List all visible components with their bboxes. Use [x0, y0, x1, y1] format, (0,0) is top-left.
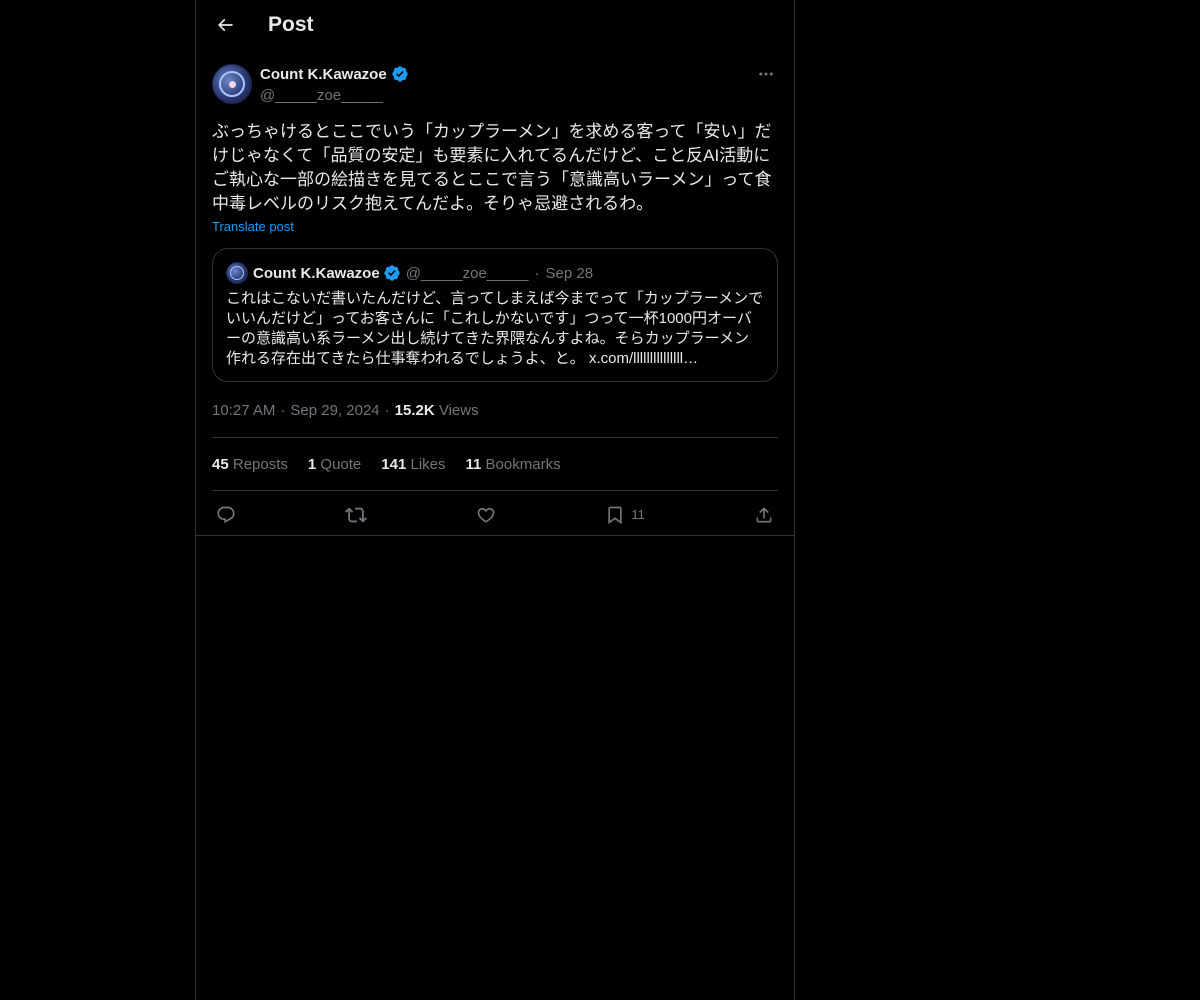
avatar[interactable]	[212, 64, 252, 104]
quote-author-handle: @_____zoe_____	[405, 264, 529, 282]
bookmark-icon	[605, 505, 625, 525]
bookmark-count: 11	[631, 507, 645, 522]
bookmarks-stat[interactable]: 11 Bookmarks	[466, 456, 561, 473]
quoted-post[interactable]: Count K.Kawazoe @_____zoe_____ · Sep 28 …	[212, 248, 778, 382]
post-time[interactable]: 10:27 AM	[212, 402, 275, 419]
verified-badge-icon	[391, 65, 409, 83]
quote-date: Sep 28	[545, 264, 594, 282]
reposts-stat[interactable]: 45 Reposts	[212, 456, 288, 473]
more-icon	[757, 65, 775, 88]
quote-avatar	[226, 262, 248, 284]
author-name[interactable]: Count K.Kawazoe	[260, 66, 387, 83]
like-button[interactable]	[476, 505, 496, 525]
likes-stat[interactable]: 141 Likes	[381, 456, 445, 473]
heart-icon	[476, 505, 496, 525]
more-options-button[interactable]	[754, 64, 778, 88]
meta-separator: ·	[384, 402, 390, 419]
share-button[interactable]	[754, 505, 774, 525]
quote-header: Count K.Kawazoe @_____zoe_____ · Sep 28	[226, 261, 764, 285]
verified-badge-icon	[383, 264, 401, 282]
main-column: Post Count K.Kawazoe @_____zoe_____ ぶっちゃ…	[195, 0, 795, 1000]
author-row: Count K.Kawazoe @_____zoe_____	[212, 62, 778, 108]
views-label: Views	[438, 402, 479, 419]
arrow-left-icon	[215, 15, 235, 40]
header: Post	[196, 0, 794, 54]
post-meta: 10:27 AM · Sep 29, 2024 · 15.2K Views	[212, 400, 778, 422]
quote-text: これはこないだ書いたんだけど、言ってしまえば今までって「カップラーメンでいいんだ…	[226, 290, 764, 367]
post: Count K.Kawazoe @_____zoe_____ ぶっちゃけるとここ…	[212, 62, 778, 538]
quotes-stat[interactable]: 1 Quote	[308, 456, 361, 473]
views-count: 15.2K	[394, 402, 435, 419]
divider	[196, 535, 794, 536]
repost-button[interactable]	[345, 504, 368, 526]
quote-separator: ·	[534, 264, 540, 282]
action-bar: 11	[212, 491, 778, 538]
engagement-stats: 45 Reposts 1 Quote 141 Likes 11 Bookmark…	[212, 438, 778, 490]
back-button[interactable]	[208, 10, 242, 44]
reply-button[interactable]	[216, 505, 236, 525]
post-date[interactable]: Sep 29, 2024	[290, 402, 379, 419]
repost-icon	[345, 504, 368, 526]
reply-icon	[216, 505, 236, 525]
quote-author-name: Count K.Kawazoe	[253, 264, 380, 282]
page-title: Post	[268, 13, 314, 36]
author-name-line: Count K.Kawazoe	[260, 65, 409, 83]
share-icon	[754, 505, 774, 525]
post-text: ぶっちゃけるとここでいう「カップラーメン」を求める客って「安い」だけじゃなくて「…	[212, 122, 772, 213]
bookmark-button[interactable]: 11	[605, 505, 645, 525]
author-handle[interactable]: @_____zoe_____	[260, 87, 383, 104]
translate-post-link[interactable]: Translate post	[212, 219, 294, 234]
meta-separator: ·	[280, 402, 286, 419]
